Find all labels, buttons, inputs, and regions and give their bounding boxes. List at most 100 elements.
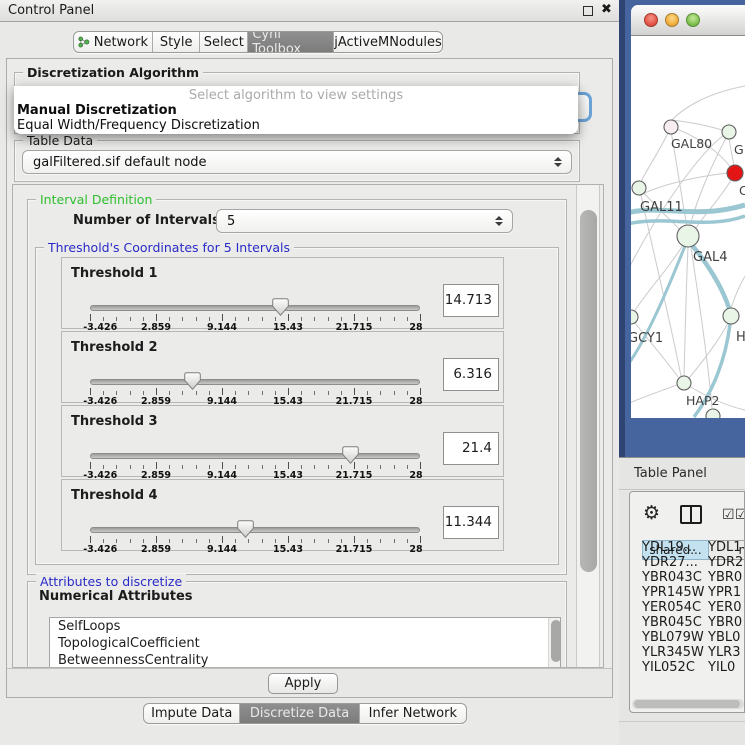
table-cell[interactable]: YBL0 xyxy=(708,630,745,645)
network-node[interactable] xyxy=(632,181,646,195)
table-row[interactable]: YBR045CYBR0 xyxy=(642,615,745,630)
network-edge[interactable] xyxy=(642,173,727,194)
slider-thumb[interactable] xyxy=(342,446,359,468)
table-cell[interactable]: YBR0 xyxy=(708,615,745,630)
scrollbar-thumb[interactable] xyxy=(551,620,561,662)
threshold-value-field[interactable]: 6.316 xyxy=(443,358,499,391)
scrollbar-thumb[interactable] xyxy=(580,210,597,572)
slider-thumb[interactable] xyxy=(237,520,254,542)
table-cell[interactable]: YER054C xyxy=(642,600,708,615)
network-node-label: H xyxy=(736,330,745,345)
tab-infer-network[interactable]: Infer Network xyxy=(360,704,466,723)
table-cell[interactable]: YBL079W xyxy=(642,630,708,645)
table-cell[interactable]: YDR2 xyxy=(708,555,745,570)
network-edge[interactable] xyxy=(631,385,677,404)
network-edge[interactable] xyxy=(684,247,688,376)
table-horizontal-scrollbar[interactable] xyxy=(632,699,744,709)
network-edge[interactable] xyxy=(671,86,745,121)
tick-mark xyxy=(209,465,210,469)
numerical-attributes-list[interactable]: SelfLoopsTopologicalCoefficientBetweenne… xyxy=(49,617,561,668)
network-node[interactable] xyxy=(727,165,743,181)
scrollbar-thumb[interactable] xyxy=(634,700,740,708)
tick-mark xyxy=(116,465,117,469)
attributes-list-scrollbar[interactable] xyxy=(548,618,561,668)
network-node[interactable] xyxy=(677,376,691,390)
close-icon[interactable]: ✖ xyxy=(601,2,612,17)
settings-vertical-scrollbar[interactable] xyxy=(576,185,600,667)
table-cell[interactable]: YBR0 xyxy=(708,570,745,585)
table-row[interactable]: YDR27...YDR2 xyxy=(642,555,745,570)
table-row[interactable]: YDL19...YDL1 xyxy=(642,540,745,555)
table-cell[interactable]: YIL052C xyxy=(642,660,708,675)
network-node[interactable] xyxy=(631,310,638,324)
tab-cyni-toolbox[interactable]: Cyni Toolbox xyxy=(248,32,334,52)
network-edge[interactable] xyxy=(641,133,668,182)
table-cell[interactable]: YDL19... xyxy=(642,540,708,555)
tab-impute-data[interactable]: Impute Data xyxy=(144,704,240,723)
slider-track[interactable] xyxy=(90,379,420,385)
table-cell[interactable]: YLR3 xyxy=(708,645,745,660)
tab-discretize-data[interactable]: Discretize Data xyxy=(240,704,359,723)
network-edge[interactable] xyxy=(731,276,745,308)
apply-button[interactable]: Apply xyxy=(268,673,338,694)
table-cell[interactable]: YIL0 xyxy=(708,660,745,675)
table-cell[interactable]: YBR045C xyxy=(642,615,708,630)
network-node[interactable] xyxy=(722,125,736,139)
table-cell[interactable]: YPR1 xyxy=(708,585,745,600)
threshold-value-field[interactable]: 14.713 xyxy=(443,284,499,317)
number-of-intervals-combobox[interactable]: 5 xyxy=(216,209,513,233)
table-cell[interactable]: YPR145W xyxy=(642,585,708,600)
slider-track[interactable] xyxy=(90,527,420,533)
network-edge[interactable] xyxy=(634,245,683,312)
table-cell[interactable]: YDL1 xyxy=(708,540,745,555)
network-edge-thick[interactable] xyxy=(631,246,685,366)
slider-thumb[interactable] xyxy=(184,372,201,394)
checkbox-checked-icon[interactable]: ☑ xyxy=(735,507,745,523)
network-edge-thick[interactable] xyxy=(631,216,745,224)
tick-mark xyxy=(288,462,289,469)
tick-mark xyxy=(275,391,276,395)
tab-jactivemnodules[interactable]: jActiveMNodules xyxy=(334,32,442,52)
network-node[interactable] xyxy=(723,308,739,324)
table-row[interactable]: YIL052CYIL0 xyxy=(642,660,745,675)
attribute-list-item[interactable]: BetweennessCentrality xyxy=(50,652,560,668)
checkbox-checked-icon[interactable]: ☑ xyxy=(722,507,735,523)
tab-style[interactable]: Style xyxy=(153,32,200,52)
tab-network[interactable]: Network xyxy=(74,32,153,52)
float-window-icon[interactable] xyxy=(583,6,593,16)
table-row[interactable]: YLR345WYLR3 xyxy=(642,645,745,660)
algorithm-placeholder-item: Select algorithm to view settings xyxy=(14,88,578,103)
threshold-value-field[interactable]: 11.344 xyxy=(443,506,499,539)
split-columns-icon[interactable] xyxy=(680,505,702,524)
close-traffic-light[interactable] xyxy=(644,13,658,27)
network-node[interactable] xyxy=(706,409,720,418)
slider-thumb[interactable] xyxy=(272,298,289,320)
network-canvas[interactable]: GAL80G.CGAL11GAL4GCY1HHAP2 xyxy=(631,36,745,418)
table-cell[interactable]: YBR043C xyxy=(642,570,708,585)
network-edge[interactable] xyxy=(689,323,728,378)
menu-item-equal-width-frequency[interactable]: Equal Width/Frequency Discretization xyxy=(17,118,260,133)
minimize-traffic-light[interactable] xyxy=(665,13,679,27)
tick-mark xyxy=(262,539,263,543)
tick-mark xyxy=(209,391,210,395)
threshold-value-field[interactable]: 21.4 xyxy=(443,432,499,465)
table-row[interactable]: YER054CYER0 xyxy=(642,600,745,615)
gear-icon[interactable]: ⚙ xyxy=(643,503,660,523)
attribute-list-item[interactable]: SelfLoops xyxy=(50,618,560,635)
table-cell[interactable]: YER0 xyxy=(708,600,745,615)
attribute-list-item[interactable]: TopologicalCoefficient xyxy=(50,635,560,652)
network-node[interactable] xyxy=(664,120,678,134)
menu-item-manual-discretization[interactable]: Manual Discretization xyxy=(17,103,177,118)
zoom-traffic-light[interactable] xyxy=(686,13,700,27)
table-cell[interactable]: YDR27... xyxy=(642,555,708,570)
table-row[interactable]: YBR043CYBR0 xyxy=(642,570,745,585)
tab-select[interactable]: Select xyxy=(200,32,248,52)
table-data-combobox[interactable]: galFiltered.sif default node xyxy=(22,150,572,174)
table-row[interactable]: YPR145WYPR1 xyxy=(642,585,745,600)
table-cell[interactable]: YLR345W xyxy=(642,645,708,660)
network-node[interactable] xyxy=(677,225,699,247)
network-edge[interactable] xyxy=(672,120,722,130)
slider-track[interactable] xyxy=(90,453,420,459)
table-row[interactable]: YBL079WYBL0 xyxy=(642,630,745,645)
slider-track[interactable] xyxy=(90,305,420,311)
